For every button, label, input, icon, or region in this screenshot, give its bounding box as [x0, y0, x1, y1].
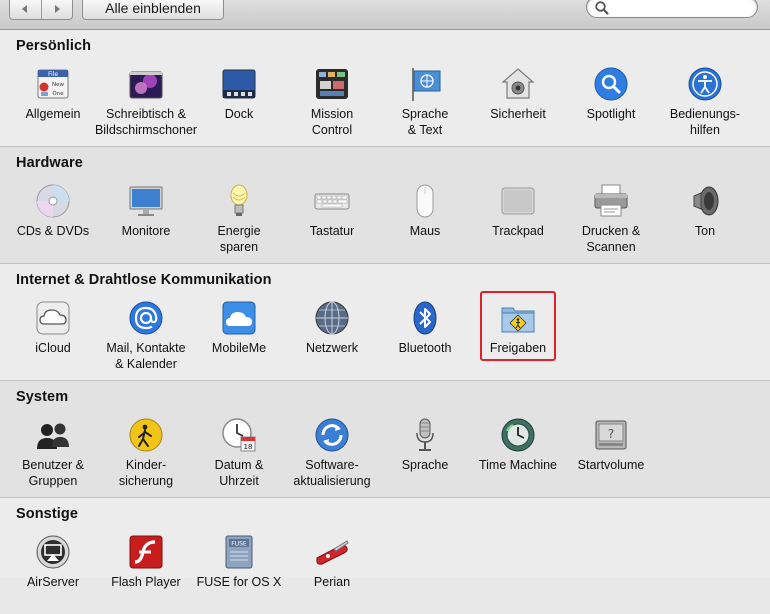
svg-text:FUSE: FUSE — [231, 541, 247, 548]
search-input[interactable] — [613, 0, 755, 17]
pane-ton[interactable]: Ton — [650, 183, 760, 263]
navigation-buttons — [9, 0, 73, 20]
perian-icon — [316, 540, 349, 565]
time-machine-icon — [501, 418, 535, 452]
toolbar: Alle einblenden — [0, 0, 770, 30]
sound-icon — [693, 186, 719, 216]
show-all-button[interactable]: Alle einblenden — [82, 0, 224, 20]
trackpad-icon — [501, 187, 535, 215]
airserver-icon — [36, 535, 70, 569]
printer-icon — [594, 184, 628, 217]
security-icon — [501, 68, 535, 99]
date-time-icon: 18 — [222, 418, 256, 452]
section-sonstige: Sonstige AirServer Flash Player FUSE FUS… — [0, 498, 770, 589]
accessibility-icon — [688, 67, 722, 101]
svg-text:?: ? — [608, 427, 614, 441]
icloud-icon — [36, 301, 70, 335]
flash-player-icon — [129, 535, 163, 569]
fuse-icon: FUSE — [225, 535, 253, 569]
svg-text:File: File — [48, 71, 58, 78]
svg-text:New: New — [52, 82, 64, 88]
bluetooth-icon — [413, 301, 437, 335]
svg-text:18: 18 — [244, 443, 253, 451]
dock-icon — [222, 69, 256, 99]
pane-label: Ton — [694, 224, 716, 238]
general-icon: File New One — [37, 69, 69, 99]
desktop-screensaver-icon — [129, 71, 163, 99]
keyboard-icon — [314, 193, 350, 210]
energy-saver-icon — [230, 184, 248, 216]
section-title: System — [16, 389, 69, 405]
cd-dvd-icon — [36, 184, 70, 218]
pane-label: Bedienungs-hilfen — [669, 107, 741, 137]
back-button[interactable] — [10, 0, 41, 19]
monitor-icon — [129, 186, 163, 216]
users-groups-icon — [37, 423, 69, 449]
startup-disk-icon: ? — [595, 420, 627, 450]
section-internet-drahtlos: Internet & Drahtlose Kommunikation iClou… — [0, 264, 770, 381]
section-title: Sonstige — [16, 506, 79, 522]
mail-contacts-icon — [129, 301, 163, 335]
speech-icon — [416, 418, 434, 451]
mission-control-icon — [316, 69, 348, 99]
spotlight-icon — [594, 67, 628, 101]
mouse-icon — [416, 184, 434, 218]
section-title: Persönlich — [16, 38, 92, 54]
section-title: Internet & Drahtlose Kommunikation — [16, 272, 272, 288]
search-icon — [595, 1, 609, 15]
search-field[interactable] — [586, 0, 758, 18]
pane-perian[interactable]: Perian — [277, 534, 387, 614]
mobileme-icon — [222, 301, 256, 335]
pane-bedienungshilfen[interactable]: Bedienungs-hilfen — [650, 66, 760, 146]
forward-button[interactable] — [40, 0, 73, 19]
section-title: Hardware — [16, 155, 83, 171]
network-icon — [315, 301, 349, 335]
section-system: System Benutzer & Gruppen Kinder-sicherun… — [0, 381, 770, 498]
back-arrow-icon — [22, 4, 28, 13]
freigaben-highlight-box — [480, 291, 556, 361]
forward-arrow-icon — [54, 4, 60, 13]
parental-controls-icon — [129, 418, 163, 452]
language-text-icon — [412, 68, 441, 101]
pane-startvolume[interactable]: ? Startvolume — [556, 417, 666, 497]
svg-text:One: One — [52, 91, 64, 97]
pane-label: Startvolume — [577, 458, 645, 472]
section-hardware: Hardware CDs & DVDs Monitore Energie spar… — [0, 147, 770, 264]
pane-label: Perian — [313, 575, 351, 589]
software-update-icon — [315, 418, 349, 452]
section-persoenlich: Persönlich File New One Allgemein Schrei… — [0, 30, 770, 147]
